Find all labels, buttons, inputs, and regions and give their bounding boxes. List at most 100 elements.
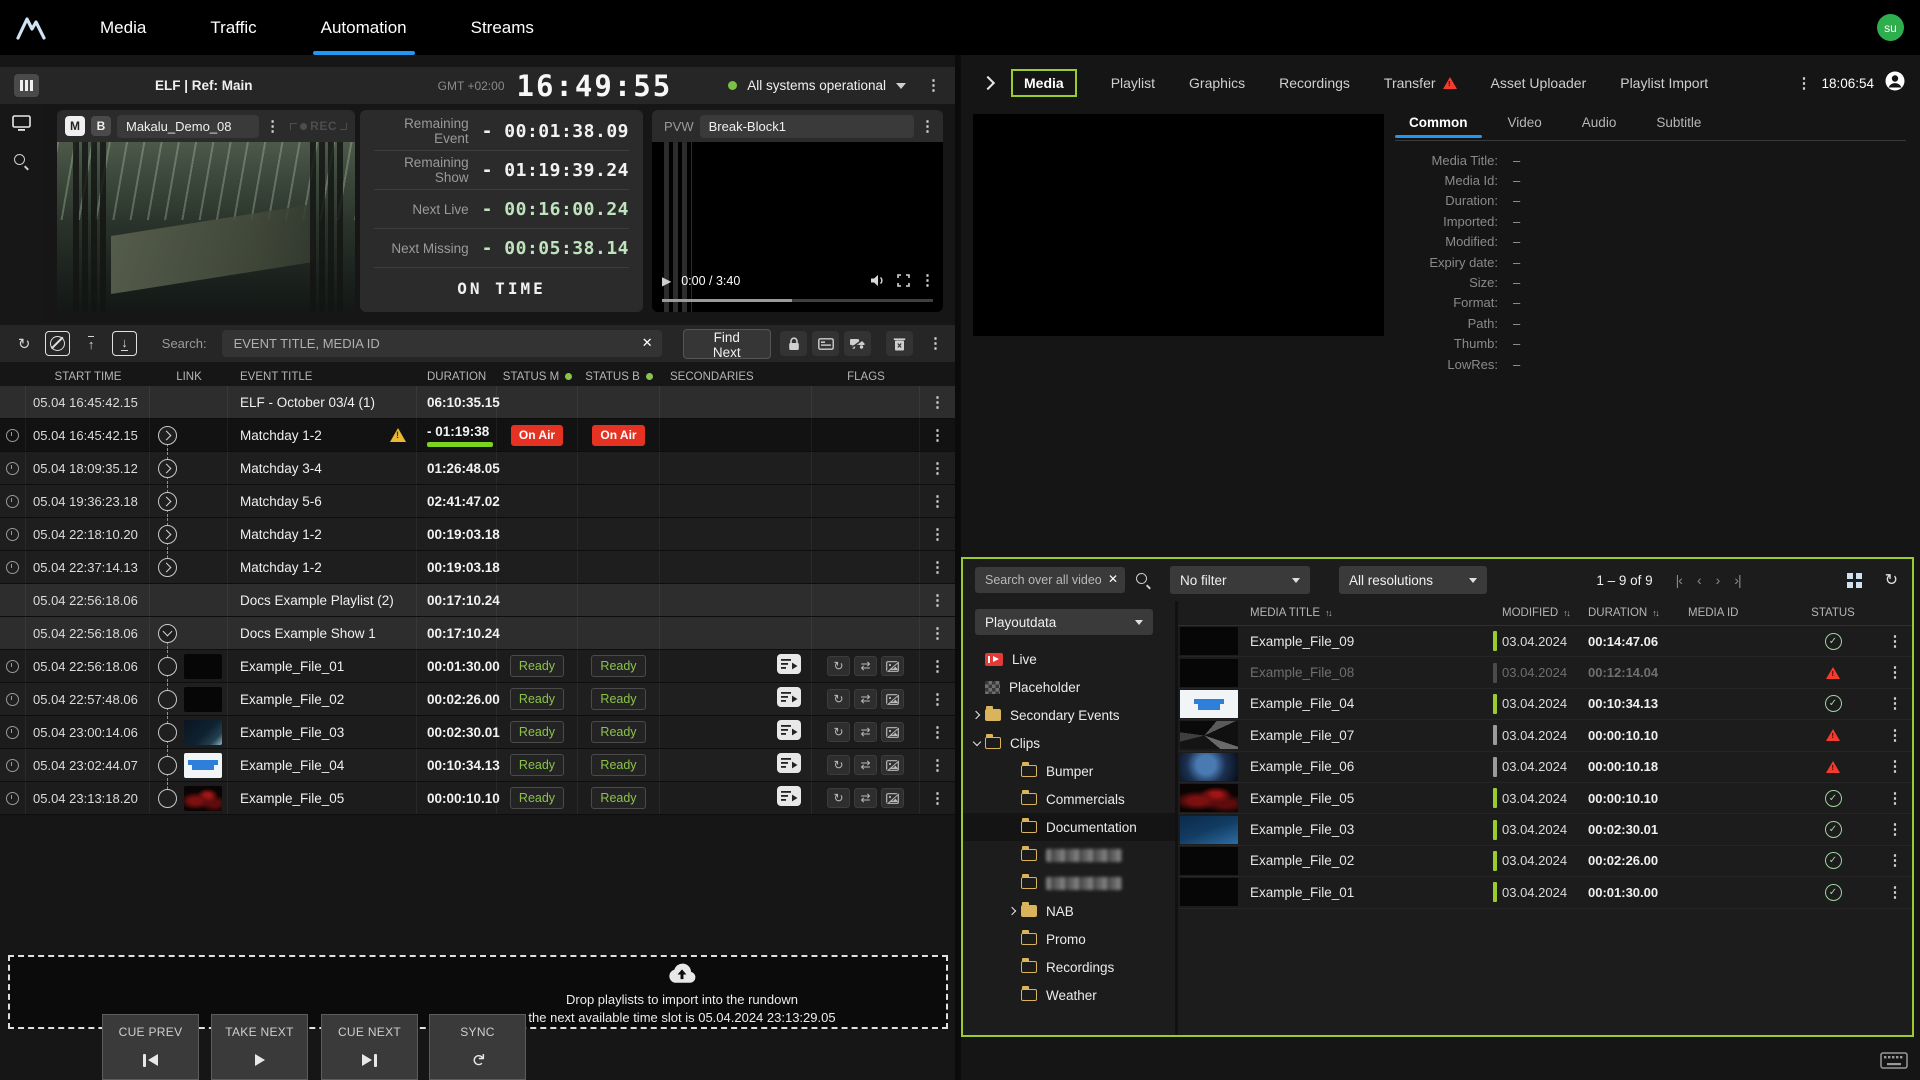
col-duration[interactable]: DURATION↑↓ (1588, 607, 1688, 619)
scroll-to-top-icon[interactable]: ↑ (79, 331, 103, 356)
clear-library-search-icon[interactable]: ✕ (1108, 572, 1118, 586)
scroll-to-current-icon[interactable]: ↓ (112, 331, 136, 356)
row-menu-button[interactable]: ⋮ (930, 395, 945, 410)
collapse-panel-icon[interactable] (981, 76, 995, 90)
col-start-time[interactable]: START TIME (26, 371, 150, 383)
fullscreen-icon[interactable] (897, 274, 910, 287)
sync-button[interactable]: SYNC ↻ (429, 1014, 526, 1080)
backup-badge[interactable]: B (91, 116, 111, 136)
resolution-dropdown[interactable]: All resolutions (1339, 566, 1487, 594)
row-menu-button[interactable]: ⋮ (930, 758, 945, 773)
transition-icon[interactable]: ⇄ (854, 722, 877, 742)
folder-item-bumper[interactable]: Bumper (963, 757, 1175, 785)
media-tab-transfer[interactable]: Transfer (1384, 75, 1457, 91)
row-menu-button[interactable]: ⋮ (930, 791, 945, 806)
loop-icon[interactable]: ↻ (827, 722, 850, 742)
row-menu-button[interactable]: ⋮ (930, 659, 945, 674)
sort-icon[interactable]: ↑↓ (1652, 608, 1658, 618)
makalu-logo-icon[interactable] (14, 11, 48, 45)
rundown-row-matchday-3-4[interactable]: 05.04 18:09:35.12Matchday 3-401:26:48.05… (0, 452, 955, 485)
pvw-name-input[interactable] (700, 115, 914, 138)
rundown-row-example-file-04[interactable]: 05.04 23:02:44.07Example_File_0400:10:34… (0, 749, 955, 782)
media-row-example-file-06[interactable]: Example_File_0603.04.202400:00:10.18⋮ (1178, 752, 1912, 783)
find-next-button[interactable]: Find Next (683, 329, 771, 359)
loop-icon[interactable]: ↻ (827, 755, 850, 775)
transfer-truck-icon[interactable] (844, 331, 871, 356)
id-card-icon[interactable] (812, 331, 839, 356)
pvw-controls-menu[interactable]: ⋮ (920, 273, 935, 288)
meta-tab-video[interactable]: Video (1498, 113, 1552, 136)
row-menu-button[interactable]: ⋮ (930, 494, 945, 509)
last-page-button[interactable]: ›| (1734, 572, 1740, 588)
search-tool-button[interactable] (0, 142, 42, 180)
rundown-row-example-file-02[interactable]: 05.04 22:57:48.06Example_File_0200:02:26… (0, 683, 955, 716)
meta-tab-audio[interactable]: Audio (1572, 113, 1627, 136)
rundown-row-example-file-03[interactable]: 05.04 23:00:14.06Example_File_0300:02:30… (0, 716, 955, 749)
layout-grid-button[interactable] (14, 74, 39, 97)
col-media-id[interactable]: MEDIA ID (1688, 607, 1788, 619)
folder-item-promo[interactable]: Promo (963, 925, 1175, 953)
row-menu-button[interactable]: ⋮ (930, 461, 945, 476)
rundown-row-matchday-1-2[interactable]: 05.04 22:18:10.20Matchday 1-200:19:03.18… (0, 518, 955, 551)
link-toggle-icon[interactable] (158, 525, 177, 544)
col-duration[interactable]: DURATION (417, 371, 497, 383)
folder-item-clips[interactable]: Clips (963, 729, 1175, 757)
media-row-example-file-09[interactable]: Example_File_0903.04.202400:14:47.06✓⋮ (1178, 626, 1912, 657)
keyboard-icon[interactable] (1880, 1052, 1908, 1074)
media-tab-playlist-import[interactable]: Playlist Import (1620, 75, 1708, 91)
sort-icon[interactable]: ↑↓ (1563, 608, 1569, 618)
media-tab-graphics[interactable]: Graphics (1189, 75, 1245, 91)
media-tab-media[interactable]: Media (1011, 69, 1077, 97)
player-menu-button[interactable]: ⋮ (265, 119, 280, 134)
rundown-search-input[interactable] (222, 330, 662, 357)
header-menu-button[interactable]: ⋮ (926, 78, 941, 93)
transition-icon[interactable]: ⇄ (854, 656, 877, 676)
col-status[interactable]: STATUS (1788, 607, 1878, 619)
col-flags[interactable]: FLAGS (812, 371, 920, 383)
media-tab-playlist[interactable]: Playlist (1111, 75, 1155, 91)
col-status-m[interactable]: STATUS M (497, 371, 578, 383)
rundown-row-docs-example-show-1[interactable]: 05.04 22:56:18.06Docs Example Show 100:1… (0, 617, 955, 650)
no-thumbnail-icon[interactable] (881, 755, 904, 775)
secondaries-icon[interactable] (777, 687, 801, 712)
no-thumbnail-icon[interactable] (881, 788, 904, 808)
meta-tab-common[interactable]: Common (1399, 113, 1478, 136)
first-page-button[interactable]: |‹ (1676, 572, 1682, 588)
rundown-row-example-file-05[interactable]: 05.04 23:13:18.20Example_File_0500:00:10… (0, 782, 955, 815)
media-row-example-file-05[interactable]: Example_File_0503.04.202400:00:10.10✓⋮ (1178, 783, 1912, 814)
nav-tab-traffic[interactable]: Traffic (210, 0, 256, 55)
rundown-row-matchday-5-6[interactable]: 05.04 19:36:23.18Matchday 5-602:41:47.02… (0, 485, 955, 518)
secondaries-icon[interactable] (777, 786, 801, 811)
play-button[interactable]: ▶ (662, 274, 671, 288)
grid-view-icon[interactable] (1847, 573, 1862, 588)
system-status-dropdown[interactable]: All systems operational (728, 78, 906, 93)
rec-button[interactable]: REC (290, 119, 347, 133)
refresh-icon[interactable]: ↻ (1885, 570, 1898, 590)
row-menu-button[interactable]: ⋮ (1888, 791, 1903, 806)
row-menu-button[interactable]: ⋮ (930, 692, 945, 707)
next-page-button[interactable]: › (1716, 572, 1720, 588)
link-toggle-icon[interactable] (158, 690, 177, 709)
rundown-row-example-file-01[interactable]: 05.04 22:56:18.06Example_File_0100:01:30… (0, 650, 955, 683)
col-secondaries[interactable]: SECONDARIES (660, 371, 812, 383)
col-media-title[interactable]: MEDIA TITLE↑↓ (1240, 607, 1488, 619)
loop-icon[interactable]: ↻ (827, 656, 850, 676)
row-menu-button[interactable]: ⋮ (1888, 822, 1903, 837)
secondaries-icon[interactable] (777, 753, 801, 778)
row-menu-button[interactable]: ⋮ (1888, 853, 1903, 868)
main-badge[interactable]: M (65, 116, 85, 136)
take-next-button[interactable]: TAKE NEXT (211, 1014, 308, 1080)
col-link[interactable]: LINK (150, 371, 228, 383)
nav-tab-automation[interactable]: Automation (321, 0, 407, 55)
row-menu-button[interactable]: ⋮ (1888, 696, 1903, 711)
row-menu-button[interactable]: ⋮ (930, 626, 945, 641)
sort-icon[interactable]: ↑↓ (1325, 608, 1331, 618)
media-row-example-file-08[interactable]: Example_File_0803.04.202400:12:14.04⋮ (1178, 657, 1912, 688)
row-menu-button[interactable]: ⋮ (930, 560, 945, 575)
link-toggle-icon[interactable] (158, 789, 177, 808)
secondaries-icon[interactable] (777, 720, 801, 745)
filter-dropdown[interactable]: No filter (1170, 566, 1310, 594)
clear-search-icon[interactable]: ✕ (642, 335, 653, 351)
media-tab-recordings[interactable]: Recordings (1279, 75, 1350, 91)
loop-icon[interactable]: ↻ (827, 788, 850, 808)
